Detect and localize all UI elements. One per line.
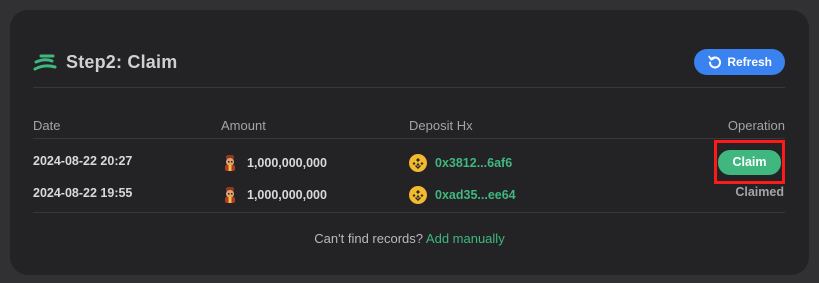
table-header: Date Amount Deposit Hx Operation — [33, 114, 785, 136]
add-manually-link[interactable]: Add manually — [426, 231, 505, 246]
row-amount: 1,000,000,000 — [247, 156, 327, 170]
row-amount-cell: 1,000,000,000 — [221, 186, 327, 204]
row-amount: 1,000,000,000 — [247, 188, 327, 202]
header-divider — [33, 87, 785, 88]
refresh-icon — [708, 55, 722, 69]
step-logo-icon — [33, 54, 57, 71]
row-hash-cell: 0xad35...ee64 — [409, 186, 516, 204]
column-header-date: Date — [33, 118, 61, 133]
title-group: Step2: Claim — [32, 51, 177, 73]
table-header-divider — [33, 138, 785, 139]
bnb-chain-icon — [409, 186, 427, 204]
row-amount-cell: 1,000,000,000 — [221, 154, 327, 172]
card-header: Step2: Claim Refresh — [32, 46, 785, 78]
highlight-box: Claim — [714, 140, 785, 184]
footer-text: Can't find records? — [314, 231, 424, 246]
table-row: 2024-08-22 19:55 1,000,000,000 0xad35...… — [33, 182, 785, 206]
token-avatar-icon — [225, 187, 235, 203]
row-date: 2024-08-22 19:55 — [33, 186, 133, 200]
deposit-hash-link[interactable]: 0xad35...ee64 — [435, 188, 516, 202]
bnb-chain-icon — [409, 154, 427, 172]
claimed-status: Claimed — [735, 185, 784, 199]
token-avatar-icon — [225, 155, 235, 171]
row-date: 2024-08-22 20:27 — [33, 154, 133, 168]
row-hash-cell: 0x3812...6af6 — [409, 154, 512, 172]
column-header-operation: Operation — [727, 118, 785, 133]
table-footer-divider — [33, 212, 785, 213]
deposit-hash-link[interactable]: 0x3812...6af6 — [435, 156, 512, 170]
table-row: 2024-08-22 20:27 1,000,000,000 0x3812...… — [33, 140, 785, 184]
claim-card: Step2: Claim Refresh Date Amount Deposit… — [10, 10, 809, 275]
column-header-amount: Amount — [221, 118, 266, 133]
footer-message: Can't find records? Add manually — [10, 231, 809, 246]
page-title: Step2: Claim — [66, 51, 178, 72]
claim-button[interactable]: Claim — [718, 149, 781, 175]
refresh-button[interactable]: Refresh — [694, 49, 785, 75]
refresh-label: Refresh — [727, 55, 772, 69]
column-header-deposit-hx: Deposit Hx — [409, 118, 473, 133]
